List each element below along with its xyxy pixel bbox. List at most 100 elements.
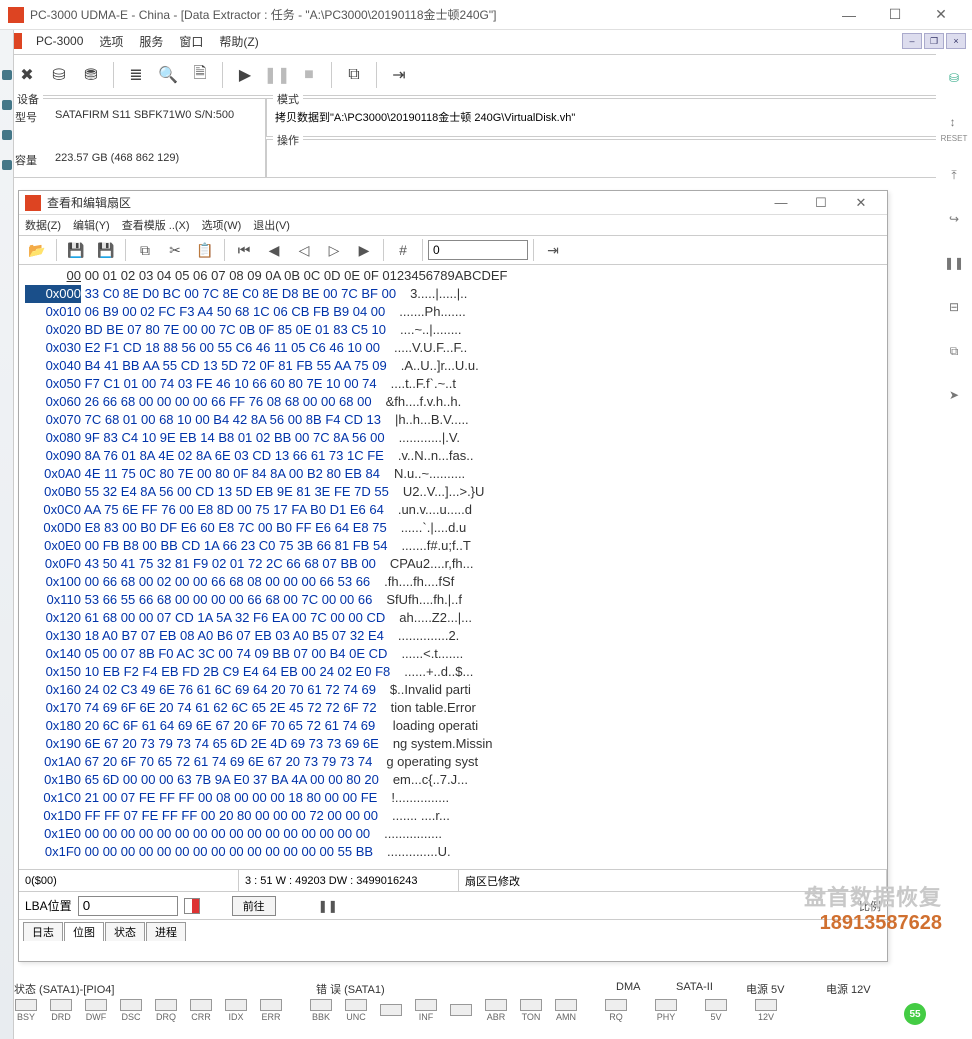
hex-row[interactable]: 0x0D0 E8 83 00 B0 DF E6 60 E8 7C 00 B0 F… <box>25 519 881 537</box>
stop-icon[interactable]: ■ <box>295 61 323 89</box>
hex-row[interactable]: 0x090 8A 76 01 8A 4E 02 8A 6E 03 CD 13 6… <box>25 447 881 465</box>
hex-row[interactable]: 0x1B0 65 6D 00 00 00 63 7B 9A E0 37 BA 4… <box>25 771 881 789</box>
hex-min-button[interactable]: — <box>761 195 801 210</box>
play-icon[interactable]: ▶ <box>231 61 259 89</box>
tab-bitmap[interactable]: 位图 <box>64 922 104 941</box>
hex-row[interactable]: 0x170 74 69 6F 6E 20 74 61 62 6C 65 2E 4… <box>25 699 881 717</box>
tab-log[interactable]: 日志 <box>23 922 63 941</box>
exit2-icon[interactable]: ⇥ <box>539 238 567 262</box>
menu-service[interactable]: 服务 <box>133 31 169 52</box>
menu-options[interactable]: 选项 <box>93 31 129 52</box>
hex-row[interactable]: 0x020 BD BE 07 80 7E 00 00 7C 0B 0F 85 0… <box>25 321 881 339</box>
hex-row[interactable]: 0x140 05 00 07 8B F0 AC 3C 00 74 09 BB 0… <box>25 645 881 663</box>
exit-icon[interactable]: ⇥ <box>385 61 413 89</box>
disk1-icon[interactable]: ⛁ <box>45 61 73 89</box>
dock-item[interactable] <box>2 130 12 140</box>
hex-row[interactable]: 0x000 33 C0 8E D0 BC 00 7C 8E C0 8E D8 B… <box>25 285 881 303</box>
hex-close-button[interactable]: ✕ <box>841 195 881 211</box>
document-icon[interactable]: 🗎 <box>186 61 214 89</box>
copy3-icon[interactable]: ⧉ <box>131 238 159 262</box>
hex-row[interactable]: 0x0C0 AA 75 6E FF 76 00 E8 8D 00 75 17 F… <box>25 501 881 519</box>
minimize-button[interactable]: — <box>826 0 872 30</box>
dock-item[interactable] <box>2 70 12 80</box>
hex-row[interactable]: 0x150 10 EB F2 F4 EB FD 2B C9 E4 64 EB 0… <box>25 663 881 681</box>
mdi-min-button[interactable]: – <box>902 33 922 49</box>
prev-icon[interactable]: ◀ <box>260 238 288 262</box>
operation-legend: 操作 <box>273 132 303 148</box>
hex-row[interactable]: 0x1A0 67 20 6F 70 65 72 61 74 69 6E 67 2… <box>25 753 881 771</box>
menu-window[interactable]: 窗口 <box>173 31 209 52</box>
hex-row[interactable]: 0x160 24 02 C3 49 6E 76 61 6C 69 64 20 7… <box>25 681 881 699</box>
arrow-icon[interactable]: ⤒ <box>942 163 966 187</box>
hex-max-button[interactable]: ☐ <box>801 195 841 211</box>
hex-row[interactable]: 0x180 20 6C 6F 61 64 69 6E 67 20 6F 70 6… <box>25 717 881 735</box>
pause-icon[interactable]: ❚❚ <box>263 61 291 89</box>
hex-row[interactable]: 0x0B0 55 32 E4 8A 56 00 CD 13 5D EB 9E 8… <box>25 483 881 501</box>
tools-icon[interactable]: ✖ <box>13 61 41 89</box>
hex-row[interactable]: 0x010 06 B9 00 02 FC F3 A4 50 68 1C 06 C… <box>25 303 881 321</box>
marker-icon[interactable] <box>184 898 200 914</box>
hex-menu-data[interactable]: 数据(Z) <box>25 217 61 233</box>
hex-row[interactable]: 0x190 6E 67 20 73 79 73 74 65 6D 2E 4D 6… <box>25 735 881 753</box>
save-icon[interactable]: 💾 <box>62 238 90 262</box>
mdi-close-button[interactable]: × <box>946 33 966 49</box>
cut-icon[interactable]: ✂ <box>161 238 189 262</box>
reset-icon[interactable]: ↕ <box>941 110 965 134</box>
maximize-button[interactable]: ☐ <box>872 0 918 30</box>
sector-input[interactable] <box>428 240 528 260</box>
db-icon[interactable]: ⛁ <box>942 66 966 90</box>
prev2-icon[interactable]: ◁ <box>290 238 318 262</box>
open-icon[interactable]: 📂 <box>23 238 51 262</box>
hex-row[interactable]: 0x1D0 FF FF 07 FE FF FF 00 20 80 00 00 0… <box>25 807 881 825</box>
align-icon[interactable]: ≣ <box>122 61 150 89</box>
copy2-icon[interactable]: ⧉ <box>942 339 966 363</box>
next-icon[interactable]: ▷ <box>320 238 348 262</box>
hex-row[interactable]: 0x0F0 43 50 41 75 32 81 F9 02 01 72 2C 6… <box>25 555 881 573</box>
lba-input[interactable] <box>78 896 178 916</box>
port-icon[interactable]: ➤ <box>942 383 966 407</box>
hex-row[interactable]: 0x050 F7 C1 01 00 74 03 FE 46 10 66 60 8… <box>25 375 881 393</box>
hex-row[interactable]: 0x100 00 66 68 00 02 00 00 66 68 08 00 0… <box>25 573 881 591</box>
hex-menu-exit[interactable]: 退出(V) <box>253 217 290 233</box>
first-icon[interactable]: ⏮ <box>230 238 258 262</box>
dock-item[interactable] <box>2 160 12 170</box>
hex-row[interactable]: 0x030 E2 F1 CD 18 88 56 00 55 C6 46 11 0… <box>25 339 881 357</box>
tab-process[interactable]: 进程 <box>146 922 186 941</box>
disk2-icon[interactable]: ⛃ <box>77 61 105 89</box>
grid-icon[interactable]: # <box>389 238 417 262</box>
hex-row[interactable]: 0x1C0 21 00 07 FE FF FF 00 08 00 00 00 1… <box>25 789 881 807</box>
goto-button[interactable]: 前往 <box>232 896 276 916</box>
led-UNC: UNC <box>340 999 372 1022</box>
hex-menu-edit[interactable]: 编辑(Y) <box>73 217 110 233</box>
menu-app[interactable]: PC-3000 <box>30 32 89 50</box>
save2-icon[interactable]: 💾 <box>92 238 120 262</box>
hex-row[interactable]: 0x130 18 A0 B7 07 EB 08 A0 B6 07 EB 03 A… <box>25 627 881 645</box>
paste-icon[interactable]: 📋 <box>191 238 219 262</box>
slider-icon[interactable]: ⊟ <box>942 295 966 319</box>
pause2-icon[interactable]: ❚❚ <box>942 251 966 275</box>
hex-row[interactable]: 0x0A0 4E 11 75 0C 80 7E 00 80 0F 84 8A 0… <box>25 465 881 483</box>
hex-row[interactable]: 0x0E0 00 FB B8 00 BB CD 1A 66 23 C0 75 3… <box>25 537 881 555</box>
menu-help[interactable]: 帮助(Z) <box>213 31 264 52</box>
close-button[interactable]: ✕ <box>918 0 964 30</box>
hex-row[interactable]: 0x1F0 00 00 00 00 00 00 00 00 00 00 00 0… <box>25 843 881 861</box>
hex-row[interactable]: 0x110 53 66 55 66 68 00 00 00 00 66 68 0… <box>25 591 881 609</box>
hex-row[interactable]: 0x1E0 00 00 00 00 00 00 00 00 00 00 00 0… <box>25 825 881 843</box>
hex-menu-options[interactable]: 选项(W) <box>202 217 242 233</box>
tab-state[interactable]: 状态 <box>105 922 145 941</box>
hex-row[interactable]: 0x070 7C 68 01 00 68 10 00 B4 42 8A 56 0… <box>25 411 881 429</box>
hex-view[interactable]: 00 00 01 02 03 04 05 06 07 08 09 0A 0B 0… <box>19 265 887 869</box>
mdi-restore-button[interactable]: ❐ <box>924 33 944 49</box>
copy-icon[interactable]: ⧉ <box>340 61 368 89</box>
hex-menu-template[interactable]: 查看模版 ..(X) <box>122 217 190 233</box>
binoculars-icon[interactable]: 🔍 <box>154 61 182 89</box>
dock-item[interactable] <box>2 100 12 110</box>
branch-icon[interactable]: ↪ <box>942 207 966 231</box>
hex-row[interactable]: 0x040 B4 41 BB AA 55 CD 13 5D 72 0F 81 F… <box>25 357 881 375</box>
hex-row[interactable]: 0x080 9F 83 C4 10 9E EB 14 B8 01 02 BB 0… <box>25 429 881 447</box>
hex-row[interactable]: 0x120 61 68 00 00 07 CD 1A 5A 32 F6 EA 0… <box>25 609 881 627</box>
pause3-icon[interactable]: ❚❚ <box>318 899 338 913</box>
lba-label: LBA位置 <box>25 897 72 914</box>
next2-icon[interactable]: ▶ <box>350 238 378 262</box>
hex-row[interactable]: 0x060 26 66 68 00 00 00 00 66 FF 76 08 6… <box>25 393 881 411</box>
